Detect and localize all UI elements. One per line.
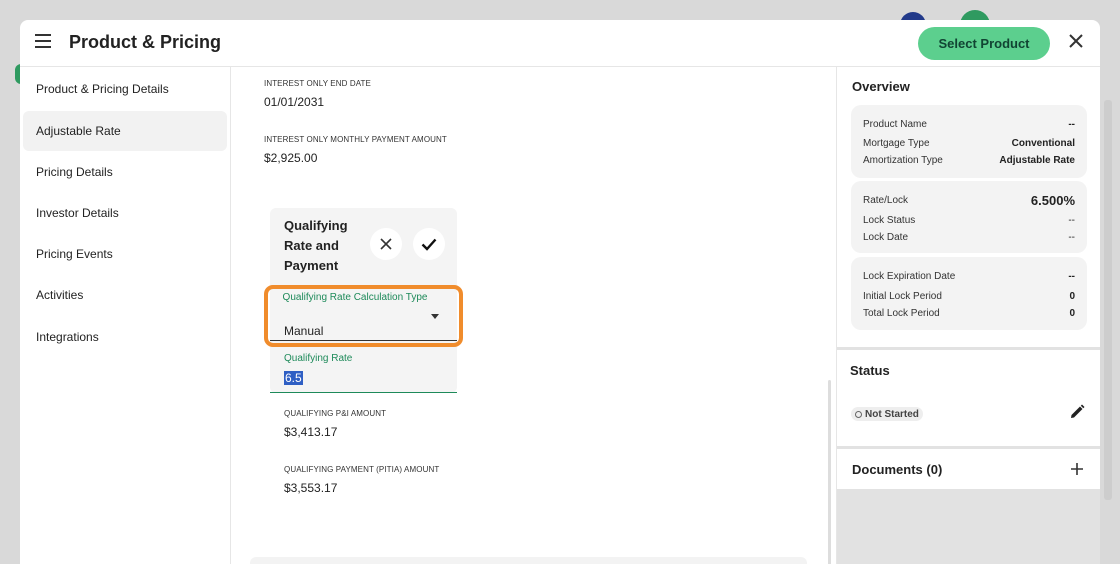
close-icon[interactable] (1067, 32, 1085, 50)
product-name-value: -- (1068, 119, 1075, 130)
status-dot-icon (855, 410, 862, 418)
status-heading: Status (850, 363, 890, 378)
product-summary-card: Product Name -- Mortgage Type Convention… (851, 105, 1087, 178)
edit-pencil-icon[interactable] (1068, 403, 1086, 421)
initial-lock-period-label: Initial Lock Period (863, 291, 942, 302)
mortgage-type-value: Conventional (1011, 138, 1075, 149)
interest-only-end-date-label: INTEREST ONLY END DATE (264, 79, 371, 88)
lock-period-card: Lock Expiration Date -- Initial Lock Per… (851, 257, 1087, 330)
hamburger-menu-icon[interactable] (35, 34, 51, 48)
documents-section: Documents (0) (837, 449, 1100, 489)
nav-item-activities[interactable]: Activities (23, 275, 227, 315)
lock-date-label: Lock Date (863, 232, 909, 243)
qualifying-pi-value: $3,413.17 (284, 425, 338, 439)
select-product-button[interactable]: Select Product (918, 27, 1050, 60)
nav-item-product-pricing-details[interactable]: Product & Pricing Details (23, 69, 227, 109)
qualifying-rate-value[interactable]: 6.5 (284, 371, 303, 385)
rate-lock-card: Rate/Lock 6.500% Lock Status -- Lock Dat… (851, 181, 1087, 253)
qualifying-rate-label: Qualifying Rate (284, 353, 353, 364)
next-card-edge (250, 557, 807, 564)
dialog-header: Product & Pricing Select Product (20, 20, 1100, 67)
overview-panel: Overview Product Name -- Mortgage Type C… (836, 67, 1100, 564)
lock-status-value: -- (1068, 215, 1075, 226)
amortization-type-label: Amortization Type (863, 155, 943, 166)
amortization-type-value: Adjustable Rate (999, 155, 1075, 166)
nav-item-pricing-events[interactable]: Pricing Events (23, 234, 227, 274)
overview-section: Overview Product Name -- Mortgage Type C… (837, 67, 1100, 347)
nav-item-investor-details[interactable]: Investor Details (23, 193, 227, 233)
qualifying-pitia-value: $3,553.17 (284, 481, 338, 495)
lock-date-value: -- (1068, 232, 1075, 243)
qualifying-pi-label: QUALIFYING P&I AMOUNT (284, 409, 387, 418)
interest-only-payment-label: INTEREST ONLY MONTHLY PAYMENT AMOUNT (264, 135, 447, 144)
total-lock-period-label: Total Lock Period (863, 308, 940, 319)
page-scrollbar[interactable] (1104, 100, 1112, 500)
lock-expiration-value: -- (1068, 271, 1075, 282)
product-name-label: Product Name (863, 119, 927, 130)
overview-heading: Overview (852, 79, 910, 94)
section-navigation: Product & Pricing Details Adjustable Rat… (20, 67, 231, 564)
product-pricing-dialog: Product & Pricing Select Product Product… (20, 20, 1100, 564)
confirm-edit-button[interactable] (413, 228, 445, 260)
status-badge-text: Not Started (865, 408, 919, 420)
main-scrollbar[interactable] (828, 380, 831, 564)
cancel-x-icon (380, 238, 392, 250)
cancel-edit-button[interactable] (370, 228, 402, 260)
lock-expiration-label: Lock Expiration Date (863, 271, 956, 282)
nav-item-integrations[interactable]: Integrations (23, 317, 227, 357)
rate-lock-value: 6.500% (1030, 193, 1075, 208)
add-document-plus-icon[interactable] (1070, 462, 1084, 476)
mortgage-type-label: Mortgage Type (863, 138, 930, 149)
dialog-title: Product & Pricing (69, 32, 222, 52)
status-badge: Not Started (851, 407, 923, 421)
initial-lock-period-value: 0 (1069, 291, 1075, 302)
lock-status-label: Lock Status (863, 215, 916, 226)
qualifying-pitia-label: QUALIFYING PAYMENT (PITIA) AMOUNT (284, 465, 440, 474)
nav-item-adjustable-rate[interactable]: Adjustable Rate (23, 111, 227, 151)
checkmark-icon (421, 238, 437, 251)
qualifying-card-title: Qualifying Rate and Payment (284, 218, 348, 273)
total-lock-period-value: 0 (1069, 308, 1075, 319)
status-section: Status Not Started (837, 350, 1100, 446)
focus-highlight (264, 285, 463, 347)
interest-only-end-date-value: 01/01/2031 (264, 95, 325, 109)
qualifying-rate-input[interactable]: Qualifying Rate 6.5 (270, 350, 457, 393)
nav-item-pricing-details[interactable]: Pricing Details (23, 152, 227, 192)
rate-lock-label: Rate/Lock (863, 195, 909, 206)
documents-heading: Documents (0) (852, 462, 943, 477)
interest-only-payment-value: $2,925.00 (264, 151, 318, 165)
